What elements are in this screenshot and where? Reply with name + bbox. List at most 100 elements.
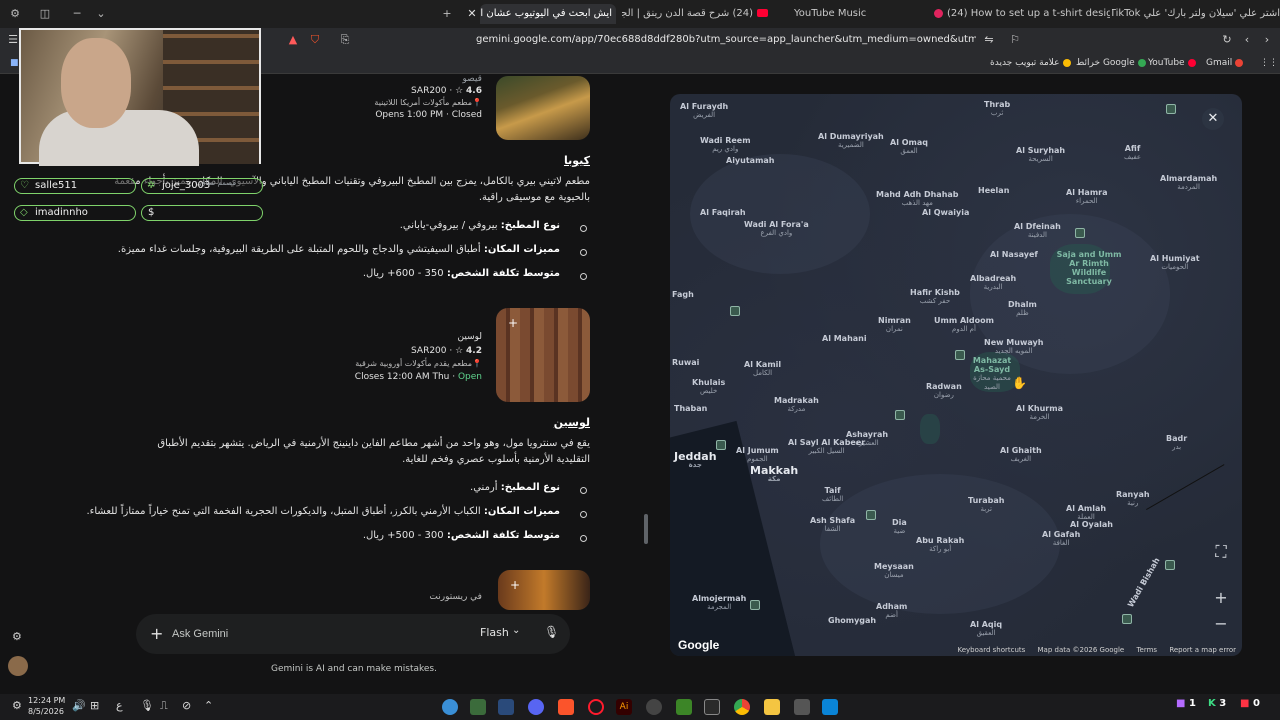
notifications-off-icon[interactable]: ⊘ [182, 699, 191, 712]
mic-tray-icon[interactable]: 🎙 [140, 699, 154, 712]
add-icon[interactable]: + [508, 578, 522, 592]
map-city-label[interactable]: Al Aqiq العقيق [970, 620, 1002, 638]
map-city-label[interactable]: Al Humiyat الحوميات [1150, 254, 1200, 272]
brave-icon[interactable] [558, 699, 574, 715]
map-city-label[interactable]: Dhalm ظلم [1008, 300, 1037, 318]
map-city-label[interactable]: Almojermah المجرمة [692, 594, 746, 612]
forward-icon[interactable]: › [1260, 33, 1274, 47]
store-icon[interactable] [704, 699, 720, 715]
map-city-label[interactable]: Fagh [672, 290, 694, 299]
place-photo[interactable]: + [498, 570, 590, 610]
map-city-label[interactable]: Al Suryhah السريحة [1016, 146, 1065, 164]
map-city-label[interactable]: Al Omaq العمق [890, 138, 928, 156]
map-city-label[interactable]: Al Hamra الحمراء [1066, 188, 1108, 206]
map-city-label[interactable]: Ghomygah [828, 616, 876, 625]
bookmark-folder-icon[interactable]: ■ [10, 56, 19, 70]
url-field[interactable]: gemini.google.com/app/70ec688d8ddf280b?u… [476, 32, 976, 48]
map-panel[interactable]: Al Furaydh الفريض Thrab ثرب Wadi Reem وادي … [670, 94, 1242, 656]
map-city-label[interactable]: Al Faqirah [700, 208, 746, 217]
chevron-down-icon[interactable]: ⌄ [94, 7, 108, 21]
window-menu-icon[interactable]: ⚙ [8, 7, 22, 21]
bookmark-google-maps[interactable]: خرائط Google [1076, 56, 1149, 70]
map-city-label[interactable]: Turabah تربة [968, 496, 1004, 514]
bookmark-icon[interactable]: ⚐ [1008, 33, 1022, 47]
purple-counter[interactable]: ■ 1 [1176, 698, 1196, 709]
report-error-link[interactable]: Report a map error [1169, 646, 1236, 654]
hamburger-menu-icon[interactable]: ☰ [6, 33, 20, 47]
map-city-label[interactable]: Badr بدر [1166, 434, 1187, 452]
close-tab-icon[interactable]: ✕ [465, 4, 479, 24]
scrollbar-thumb[interactable] [644, 514, 648, 544]
network-icon[interactable]: ⊞ [90, 699, 99, 712]
map-city-label[interactable]: Al Qwaiyia [922, 208, 969, 217]
red-counter[interactable]: ■ 0 [1240, 698, 1260, 709]
map-city-label[interactable]: New Muwayh المويه الجديد [984, 338, 1043, 356]
map-city-label[interactable]: Al Khurma الخرمة [1016, 404, 1063, 422]
map-city-label[interactable]: Mahd Adh Dhahab مهد الذهب [876, 190, 959, 208]
tab-youtube-music[interactable]: YouTube Music [776, 4, 926, 24]
minecraft-icon[interactable] [676, 699, 692, 715]
map-city-label[interactable]: Thaban [674, 404, 707, 413]
system-clock[interactable]: 12:24 PM 8/5/2026 [28, 695, 65, 717]
map-city-label[interactable]: Al Jumum الجموم [736, 446, 779, 464]
chrome-icon[interactable] [734, 699, 750, 715]
map-city-label[interactable]: Heelan [978, 186, 1009, 195]
map-city-label[interactable]: Thrab ثرب [984, 100, 1010, 118]
map-city-label[interactable]: Ranyah رنية [1116, 490, 1150, 508]
map-wadi-label[interactable]: Wadi Bishah [1126, 556, 1162, 609]
volume-icon[interactable]: 🔊 [72, 699, 86, 712]
map-city-label-major[interactable]: Makkah مكة [750, 465, 798, 484]
settings-icon[interactable]: ⚙ [12, 699, 22, 712]
apps-grid-icon[interactable]: ⋮⋮ [1260, 56, 1278, 70]
section-heading[interactable]: لوسين [554, 416, 590, 429]
discord-icon[interactable] [528, 699, 544, 715]
bookmark-add-icon[interactable]: ⎘ [338, 33, 352, 47]
map-city-label[interactable]: Al Gafah الغافة [1042, 530, 1080, 548]
map-city-label[interactable]: Afif عفيف [1124, 144, 1141, 162]
map-city-label[interactable]: Al Oyalah [1070, 520, 1113, 529]
map-city-label[interactable]: Al Dumayriyah الضميرية [818, 132, 884, 150]
microphone-icon[interactable]: 🎙 [544, 625, 559, 641]
tab-tshirt-design[interactable]: (24) How to set up a t-shirt design fi..… [930, 4, 1110, 24]
place-name[interactable]: قيصو [463, 74, 482, 84]
obs-icon[interactable] [646, 699, 662, 715]
file-explorer-icon[interactable] [764, 699, 780, 715]
chevron-down-icon[interactable]: ⌄ [512, 625, 520, 636]
add-attachment-button[interactable]: + [150, 624, 163, 644]
map-city-label[interactable]: Al Kamil الكامل [744, 360, 781, 378]
map-city-label[interactable]: Radwan رضوان [926, 382, 962, 400]
opera-icon[interactable] [588, 699, 604, 715]
bookmark-new-tab[interactable]: علامة تبويب جديدة [990, 56, 1074, 70]
map-park-label[interactable]: Saja and Umm Ar Rimth Wildlife Sanctuary [1052, 250, 1126, 286]
map-city-label[interactable]: Adham أضم [876, 602, 907, 620]
bookmark-gmail[interactable]: Gmail [1206, 56, 1246, 70]
map-city-label[interactable]: Wadi Al Fora'a وادي الفرع [744, 220, 809, 238]
avatar[interactable] [8, 656, 28, 676]
usb-icon[interactable]: ⎍ [160, 699, 168, 713]
fullscreen-icon[interactable]: ⛶ [1208, 540, 1234, 564]
map-city-label[interactable]: Nimran نمران [878, 316, 911, 334]
section-heading[interactable]: كيوبا [564, 154, 590, 167]
map-city-label[interactable]: Khulais خليص [692, 378, 725, 396]
illustrator-icon[interactable]: Ai [616, 699, 632, 715]
map-city-label[interactable]: Abu Rakah أبو راكة [916, 536, 964, 554]
new-tab-button[interactable]: + [440, 7, 454, 21]
brave-shield-icon[interactable]: ⛉ [308, 33, 322, 47]
map-city-label[interactable]: Taif الطائف [822, 486, 843, 504]
map-park-label[interactable]: Mahazat As-Sayd محمية محازة الصيد [970, 356, 1014, 392]
map-city-label[interactable]: Al Dfeinah الدفينة [1014, 222, 1061, 240]
map-city-label[interactable]: Dia ضية [892, 518, 907, 536]
map-city-label[interactable]: Al Nasayef [990, 250, 1038, 259]
language-icon[interactable]: ع [116, 699, 123, 712]
model-selector[interactable]: Flash [480, 626, 509, 639]
map-city-label[interactable]: Albadreah البدرية [970, 274, 1016, 292]
copilot-icon[interactable] [442, 699, 458, 715]
steam-icon[interactable] [498, 699, 514, 715]
map-city-label-major[interactable]: Jeddah جدة [674, 451, 717, 470]
tab-gemini[interactable]: ايش ابحث في اليوتيوب عشان اجيب [480, 4, 616, 24]
map-city-label[interactable]: Meysaan ميسان [874, 562, 914, 580]
ask-gemini-input[interactable] [172, 624, 422, 644]
map-city-label[interactable]: Ruwai [672, 358, 699, 367]
chevron-up-icon[interactable]: ⌃ [204, 699, 213, 712]
windows-start-icon[interactable] [822, 699, 838, 715]
